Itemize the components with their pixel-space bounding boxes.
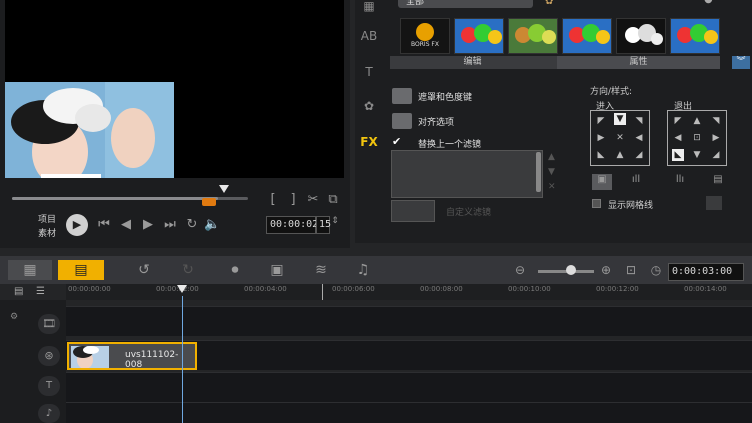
voice-track-icon[interactable]: ♪ [38, 404, 60, 423]
gallery-balloons-2[interactable] [508, 18, 558, 54]
duration-display[interactable]: 0:00:03:00 [668, 263, 744, 281]
collapse-icon[interactable]: ︾ [732, 56, 750, 69]
ruler-tick: 00:00:12:00 [596, 285, 639, 293]
undo-icon[interactable]: ↺ [134, 260, 154, 280]
trim-marker[interactable] [202, 198, 216, 206]
record-icon[interactable]: ⏺ [224, 260, 246, 280]
auto-music-icon[interactable]: ♫ [352, 260, 374, 280]
title-track-icon[interactable]: T [38, 376, 60, 396]
filter-list[interactable] [391, 150, 543, 198]
clip-mode-label[interactable]: 素材 [38, 226, 56, 239]
filter-preset-dropdown[interactable] [391, 200, 435, 222]
resize-icon[interactable]: ⧉ [326, 193, 340, 207]
tab-edit[interactable]: 编辑 [390, 56, 555, 69]
playhead-line[interactable] [182, 296, 183, 423]
video-track[interactable] [66, 306, 752, 336]
scroll-knob[interactable]: ● [704, 0, 713, 5]
ease-out-icon[interactable]: llı [670, 174, 690, 190]
replace-checkbox[interactable]: ✔ [392, 135, 401, 148]
preview-scrubber-fill [12, 197, 218, 200]
redo-icon[interactable]: ↻ [178, 260, 198, 280]
track-lock-icon[interactable]: ⚙ [10, 312, 18, 322]
replace-filter-option[interactable]: 替换上一个滤镜 [418, 137, 481, 150]
voice-track[interactable] [66, 402, 752, 423]
timeline-clip[interactable]: uvs111102-008 [67, 342, 197, 370]
motion-icon[interactable]: ▣ [592, 174, 612, 190]
title-icon[interactable]: T [358, 62, 380, 82]
grid-checkbox[interactable] [592, 199, 601, 208]
timeline-view-icon[interactable]: ▤ [58, 260, 104, 280]
direction-style-label: 方向/样式: [590, 87, 633, 97]
preview-scrubber-knob[interactable] [219, 185, 229, 193]
mark-in-button[interactable]: [ [266, 193, 280, 207]
align-option[interactable]: 对齐选项 [418, 115, 454, 128]
transition-icon[interactable]: AB [358, 26, 380, 46]
title-track[interactable] [66, 372, 752, 402]
home-icon[interactable]: ⏮ [96, 218, 112, 232]
mark-out-button[interactable]: ] [286, 193, 300, 207]
fx-icon[interactable]: FX [358, 132, 380, 152]
gallery-balloons-5[interactable] [670, 18, 720, 54]
gallery-balloons-1[interactable] [454, 18, 504, 54]
mask-chroma-option[interactable]: 遮罩和色度键 [418, 90, 472, 103]
ruler-tick: 00:00:04:00 [244, 285, 287, 293]
ruler-marker [322, 284, 323, 300]
grid-settings-icon[interactable] [706, 196, 722, 210]
overlay-track-icon[interactable]: ⊛ [38, 346, 60, 366]
align-icon[interactable] [392, 113, 412, 129]
audio-icon[interactable]: ≋ [310, 260, 332, 280]
preview-image [5, 82, 174, 178]
gallery-balloons-3[interactable] [562, 18, 612, 54]
split-icon[interactable]: ✂ [306, 193, 320, 207]
ruler-tick: 00:00:00:00 [68, 285, 111, 293]
timecode-stepper[interactable]: ⇕ [330, 214, 340, 228]
enter-direction-grid[interactable]: ◤ ▼ ◥ ▶ ✕ ◀ ◣ ▲ ◢ [590, 110, 650, 166]
track-manager-icon[interactable]: ▤ [14, 286, 23, 297]
playhead-handle[interactable] [177, 285, 187, 293]
ruler-tick: 00:00:10:00 [508, 285, 551, 293]
storyboard-view-icon[interactable]: ▦ [8, 260, 52, 280]
ruler-tick: 00:00:06:00 [332, 285, 375, 293]
chapter-icon[interactable]: ☰ [36, 286, 45, 297]
ruler-tick: 00:00:14:00 [684, 285, 727, 293]
zoom-in-icon[interactable]: ⊕ [598, 260, 614, 280]
end-icon[interactable]: ⏭ [162, 218, 178, 232]
clip-thumbnail [71, 346, 109, 369]
filter-list-scrollbar[interactable] [536, 152, 541, 192]
frame-display[interactable]: 15 [316, 216, 331, 234]
volume-icon[interactable]: 🔈 [204, 218, 220, 232]
favorites-icon[interactable]: ✿ [545, 0, 553, 7]
timecode-display[interactable]: 00:00:02 [266, 216, 318, 234]
ease-in-icon[interactable]: ıll [626, 174, 646, 190]
prev-frame-icon[interactable]: ◀ [118, 218, 134, 232]
next-frame-icon[interactable]: ▶ [140, 218, 156, 232]
tab-attribute[interactable]: 属性 [557, 56, 720, 69]
play-button[interactable]: ▶ [66, 214, 88, 236]
mask-icon[interactable] [392, 88, 412, 104]
graphic-icon[interactable]: ✿ [358, 96, 380, 116]
show-grid-option[interactable]: 显示网格线 [608, 198, 653, 211]
mix-icon[interactable]: ▣ [266, 260, 288, 280]
zoom-out-icon[interactable]: ⊖ [512, 260, 528, 280]
ruler-tick: 00:00:08:00 [420, 285, 463, 293]
gallery-balloons-4[interactable] [616, 18, 666, 54]
video-track-icon[interactable]: 🎞 [38, 314, 60, 334]
clip-label: uvs111102-008 [125, 350, 179, 370]
gallery-boris-fx[interactable]: BORIS FX [400, 18, 450, 54]
category-dropdown[interactable]: 全部 [398, 0, 533, 8]
project-mode-label[interactable]: 项目 [38, 212, 56, 225]
list-arrows[interactable]: ▲ ▼ ✕ [548, 150, 556, 195]
repeat-icon[interactable]: ↻ [184, 218, 200, 232]
fit-icon[interactable]: ⊡ [622, 260, 640, 280]
custom-filter-button[interactable]: 自定义滤镜 [446, 205, 491, 218]
zoom-knob[interactable] [566, 265, 576, 275]
pause-icon[interactable]: ▤ [708, 174, 728, 190]
media-icon[interactable]: ▦ [358, 0, 380, 16]
exit-direction-grid[interactable]: ◤ ▲ ◥ ◀ ⊡ ▶ ◣ ▼ ◢ [667, 110, 727, 166]
clock-icon[interactable]: ◷ [648, 260, 664, 280]
